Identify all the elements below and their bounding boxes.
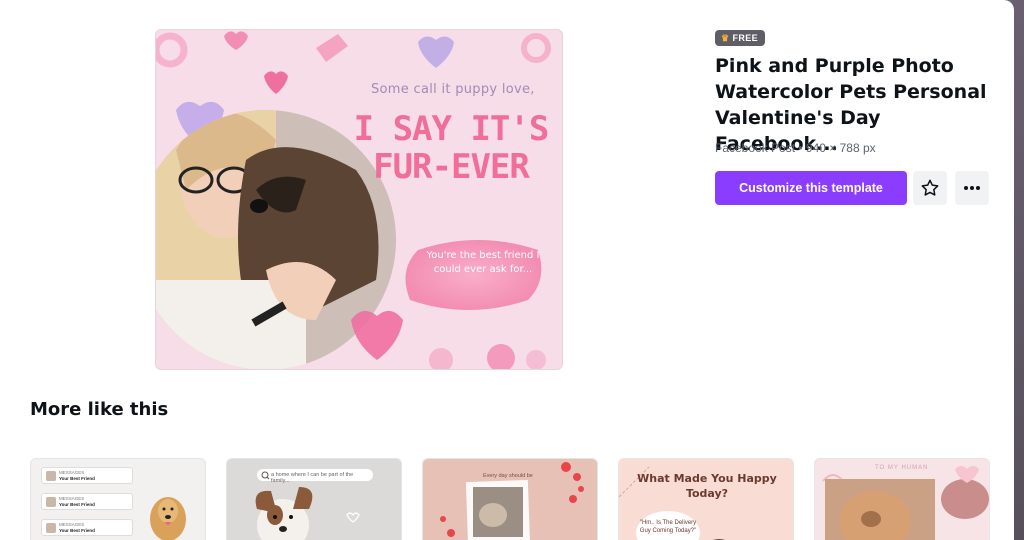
preview-headline: I SAY IT'S FUR-EVER [353,109,550,187]
more-options-button[interactable] [955,171,989,205]
related-template-thumb[interactable]: What Made You Happy Today? "Hm.. Is The … [618,458,794,540]
more-dots-icon [964,186,980,190]
free-badge: ♛ FREE [715,30,766,46]
related-template-thumb[interactable]: Every day should be [422,458,598,540]
template-meta: Facebook Post • 940 × 788 px [715,141,876,155]
golden-retriever-illustration [150,497,186,540]
related-template-thumb[interactable]: a home where I can be part of the family… [226,458,402,540]
preview-tagline: Some call it puppy love, [371,82,535,97]
related-template-thumb[interactable]: MESSAGES Your Best Friend MESSAGES Your … [30,458,206,540]
preview-bubble-text: You're the best friend I could ever ask … [426,250,540,275]
template-modal: Some call it puppy love, I SAY IT'S FUR-… [0,0,1014,540]
dog-illustration [255,471,360,540]
more-like-this-heading: More like this [30,399,169,420]
customize-template-button[interactable]: Customize this template [715,171,907,205]
preview-artwork [156,31,551,369]
star-icon [921,179,939,196]
polaroid-illustration [440,462,584,540]
template-preview[interactable]: Some call it puppy love, I SAY IT'S FUR-… [155,29,563,370]
related-template-thumb[interactable]: TO MY HUMAN [814,458,990,540]
crown-icon: ♛ [721,32,730,43]
favorite-button[interactable] [913,171,947,205]
dog-photo-illustration [822,466,989,540]
free-badge-label: FREE [732,33,759,43]
thumb-title: What Made You Happy Today? [637,472,777,500]
